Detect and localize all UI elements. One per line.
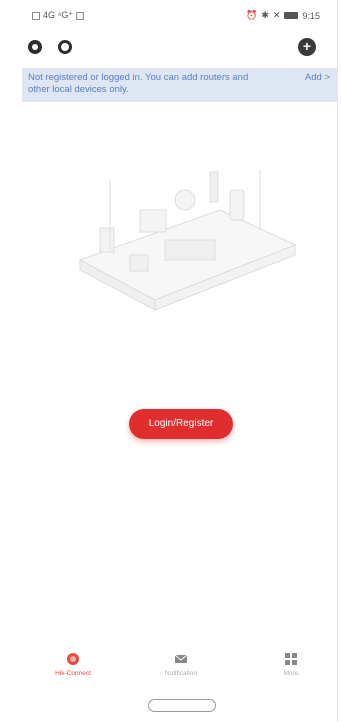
nav-hik-connect[interactable]: Hik-Connect: [38, 652, 108, 677]
login-banner: Not registered or logged in. You can add…: [22, 68, 338, 102]
alarm-icon: ⏰: [246, 10, 258, 20]
mute-icon: ✕: [272, 10, 281, 20]
status-left: 4G ⁴G⁺: [32, 10, 85, 21]
app-screen: 4G ⁴G⁺ ⏰ ✱ ✕ 9:15 + Not registered or lo…: [0, 0, 338, 722]
devices-illustration: [78, 170, 297, 311]
bluetooth-icon: ✱: [261, 10, 269, 20]
top-toolbar: +: [0, 36, 338, 60]
login-register-button[interactable]: Login/Register: [129, 409, 233, 439]
banner-add-link[interactable]: Add >: [305, 72, 330, 83]
nav-label-more: More: [283, 670, 299, 677]
nav-label-notification: Notification: [164, 670, 198, 677]
add-device-icon[interactable]: +: [298, 38, 316, 56]
home-indicator[interactable]: [148, 699, 216, 712]
sim-icon: [32, 11, 40, 20]
status-time: 9:15: [302, 10, 320, 21]
live-view-icon[interactable]: [28, 40, 42, 54]
banner-message: Not registered or logged in. You can add…: [28, 72, 249, 95]
bottom-nav: Hik-Connect Notification More: [22, 640, 338, 688]
search-icon[interactable]: [58, 40, 72, 54]
nav-more[interactable]: More: [256, 652, 326, 677]
nav-label-hik-connect: Hik-Connect: [55, 670, 91, 677]
battery-icon: [284, 12, 299, 19]
nav-notification[interactable]: Notification: [146, 652, 216, 677]
grid-icon: [285, 653, 297, 665]
camera-icon: [67, 653, 79, 665]
signal-text: 4G ⁴G⁺: [43, 10, 74, 20]
status-bar: 4G ⁴G⁺ ⏰ ✱ ✕ 9:15: [0, 0, 338, 30]
status-right: ⏰ ✱ ✕ 9:15: [246, 10, 320, 21]
screen-icon: [76, 11, 85, 20]
mail-icon: [174, 654, 188, 663]
